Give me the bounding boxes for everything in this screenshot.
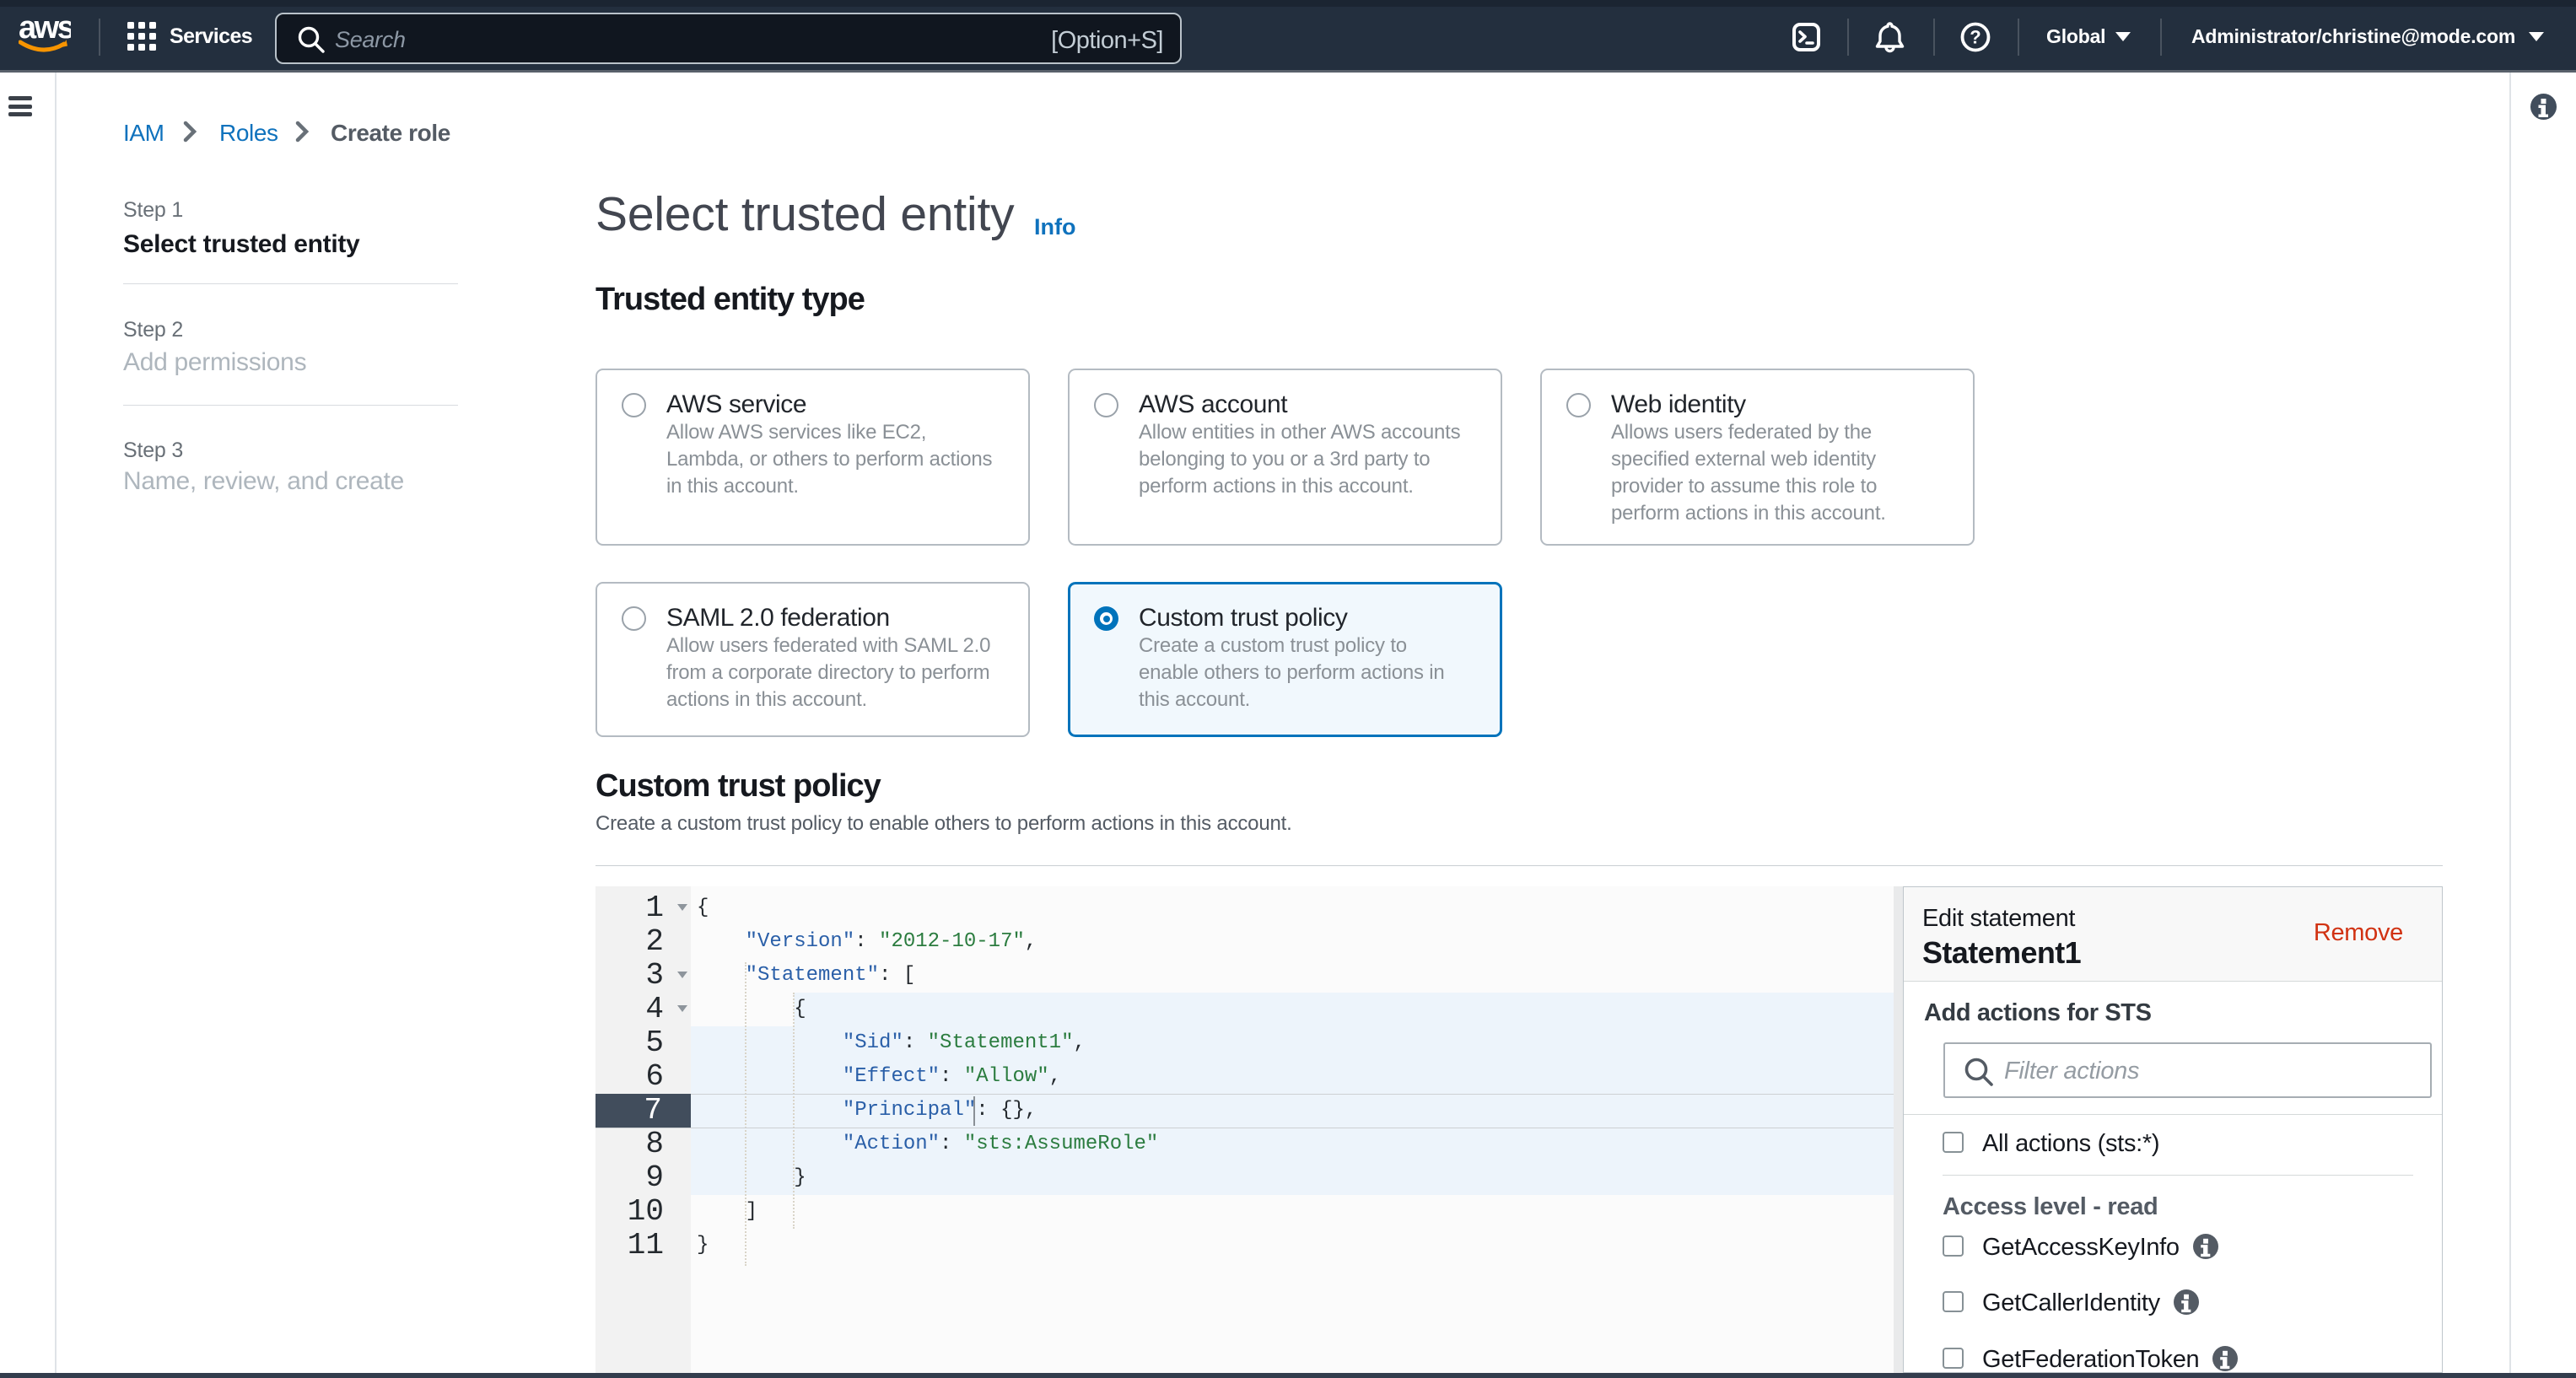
svg-text:?: ?: [1970, 27, 1981, 48]
svg-text:aws: aws: [19, 18, 71, 46]
